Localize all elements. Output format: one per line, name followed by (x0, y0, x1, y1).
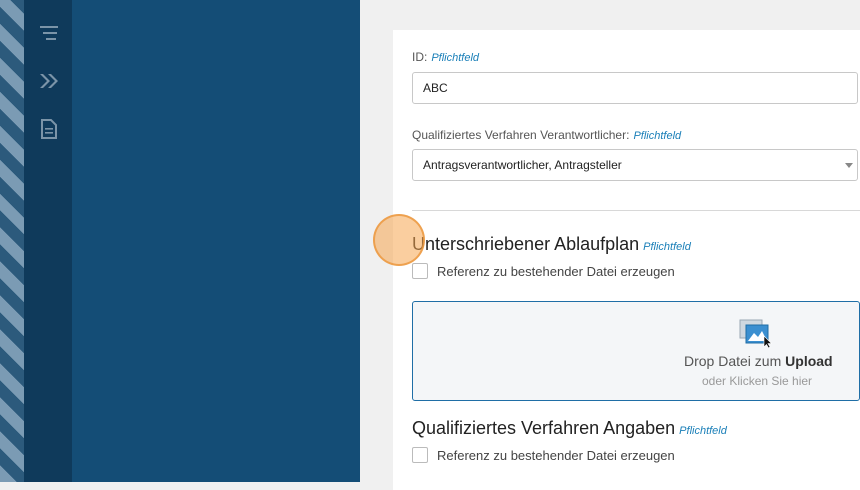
details-reference-checkbox[interactable] (412, 447, 428, 463)
striped-edge (0, 0, 24, 482)
responsible-field-label: Qualifiziertes Verfahren Verantwortliche… (412, 128, 681, 142)
id-input[interactable]: ABC (412, 72, 858, 104)
image-upload-icon (739, 319, 773, 348)
document-icon[interactable] (38, 118, 60, 140)
section-divider (412, 210, 860, 211)
signed-plan-title-text: Unterschriebener Ablaufplan (412, 234, 640, 254)
sidebar-rail (24, 0, 72, 482)
required-tag: Pflichtfeld (633, 130, 682, 142)
details-title-text: Qualifiziertes Verfahren Angaben (412, 418, 676, 438)
details-reference-label[interactable]: Referenz zu bestehender Datei erzeugen (437, 448, 675, 463)
required-tag: Pflichtfeld (679, 425, 727, 437)
forward-icon[interactable] (38, 70, 60, 92)
signed-plan-reference-label[interactable]: Referenz zu bestehender Datei erzeugen (437, 264, 675, 279)
dropzone-text: Drop Datei zum Upload (684, 353, 833, 369)
responsible-label-text: Qualifiziertes Verfahren Verantwortliche… (412, 128, 630, 142)
upload-dropzone[interactable]: Drop Datei zum Upload oder Klicken Sie h… (412, 301, 860, 401)
blue-side-panel (72, 0, 360, 482)
dropzone-text-bold: Upload (785, 353, 833, 369)
dropzone-subtext: oder Klicken Sie hier (702, 374, 813, 388)
signed-plan-title: Unterschriebener Ablaufplan Pflichtfeld (412, 234, 691, 255)
cursor-highlight (373, 214, 425, 266)
chevron-down-icon[interactable] (845, 163, 853, 168)
required-tag: Pflichtfeld (643, 241, 691, 253)
id-label-text: ID: (412, 50, 428, 64)
details-title: Qualifiziertes Verfahren Angaben Pflichtf… (412, 418, 727, 439)
filter-icon[interactable] (38, 22, 60, 44)
signed-plan-reference-checkbox[interactable] (412, 263, 428, 279)
required-tag: Pflichtfeld (431, 52, 480, 64)
id-input-value: ABC (423, 81, 448, 95)
id-field-label: ID: Pflichtfeld (412, 50, 479, 64)
responsible-select[interactable]: Antragsverantwortlicher, Antragsteller (412, 149, 858, 181)
main-content: ID: Pflichtfeld ABC Qualifiziertes Verfah… (360, 0, 860, 490)
responsible-select-value: Antragsverantwortlicher, Antragsteller (423, 158, 622, 172)
form-card: ID: Pflichtfeld ABC Qualifiziertes Verfah… (393, 30, 860, 490)
dropzone-text-prefix: Drop Datei zum (684, 353, 782, 369)
